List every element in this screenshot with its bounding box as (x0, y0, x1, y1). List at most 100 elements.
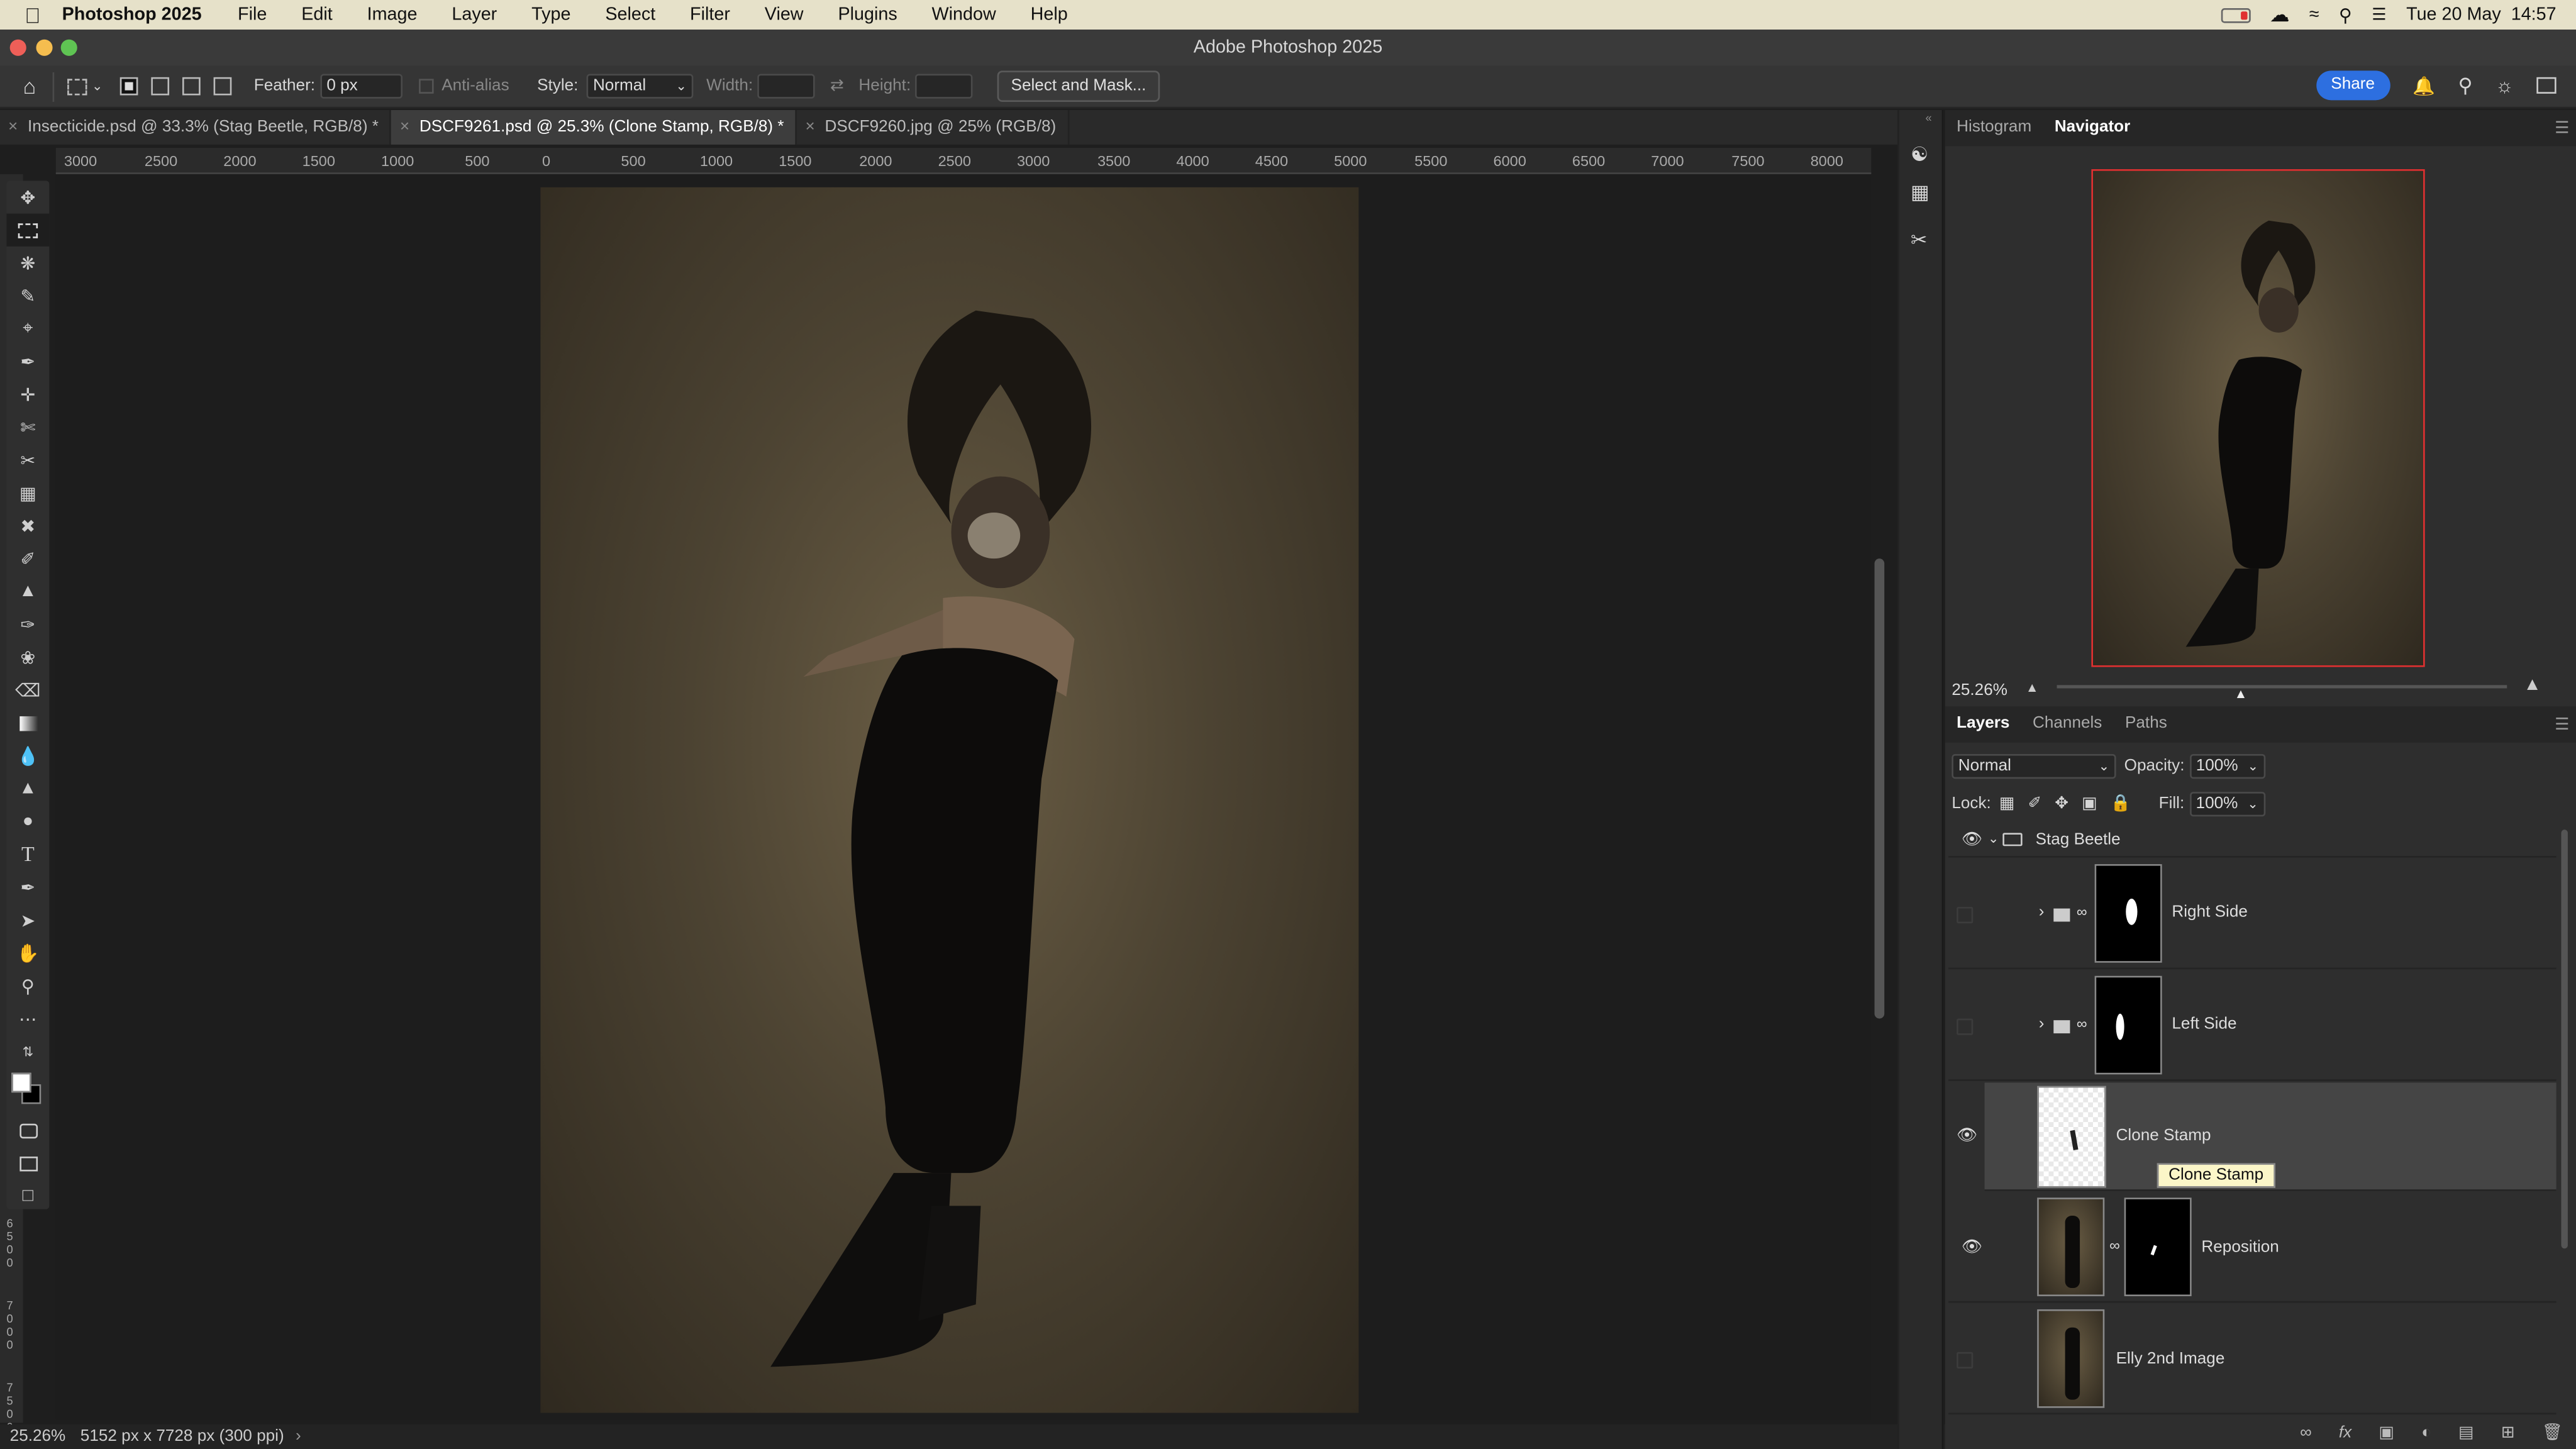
chevron-right-icon[interactable]: › (2039, 904, 2045, 922)
quick-selection-tool-icon[interactable]: ✎ (6, 279, 49, 312)
home-icon[interactable]: ⌂ (23, 74, 36, 99)
close-tab-icon[interactable]: × (806, 110, 815, 145)
select-and-mask-button[interactable]: Select and Mask... (997, 70, 1160, 102)
menu-select[interactable]: Select (605, 5, 655, 25)
content-aware-move-tool-icon[interactable]: ▦ (6, 477, 49, 509)
healing-brush-tool-icon[interactable]: ✄ (6, 411, 49, 443)
antialias-checkbox[interactable] (418, 79, 434, 94)
red-eye-tool-icon[interactable]: ✖ (6, 509, 49, 542)
color-swatches[interactable] (6, 1068, 49, 1114)
visibility-toggle[interactable] (1957, 1018, 1974, 1035)
close-tab-icon[interactable]: × (400, 110, 409, 145)
brush-tool-icon[interactable]: ✐ (6, 542, 49, 575)
navigator-zoom[interactable]: 25.26% (1951, 682, 2007, 700)
add-selection-icon[interactable] (150, 77, 169, 96)
swap-colors-icon[interactable]: ⇅ (6, 1035, 49, 1068)
zoom-level[interactable]: 25.26% (10, 1428, 66, 1446)
zoom-slider-thumb[interactable]: ▲ (2235, 687, 2248, 702)
menu-plugins[interactable]: Plugins (838, 5, 897, 25)
fill-input[interactable]: 100% ⌄ (2189, 792, 2265, 817)
screen-mode-icon[interactable] (6, 1146, 49, 1179)
apple-icon[interactable]:  (25, 3, 40, 27)
vertical-scrollbar[interactable] (1874, 558, 1885, 1019)
eyedropper-tool-icon[interactable]: ✒ (6, 345, 49, 378)
layer-clone-stamp[interactable]: Clone Stamp Clone Stamp (1984, 1082, 2557, 1191)
path-selection-tool-icon[interactable]: ➤ (6, 904, 49, 936)
lock-artboard-icon[interactable]: ▣ (2082, 795, 2097, 813)
document-image[interactable] (540, 187, 1359, 1413)
dodge-tool-icon[interactable]: ▲ (6, 772, 49, 805)
layer-thumbnail[interactable] (2037, 1197, 2105, 1297)
spotlight-search-icon[interactable]: ⚲ (2339, 4, 2352, 25)
control-center-icon[interactable]: ☰ (2372, 6, 2386, 24)
gradient-tool-icon[interactable] (6, 706, 49, 739)
collapse-panels-icon[interactable]: « (1926, 113, 1932, 125)
tab-insecticide[interactable]: × Insecticide.psd @ 33.3% (Stag Beetle, R… (0, 110, 392, 145)
close-window-button[interactable] (9, 39, 26, 56)
menu-clock[interactable]: Tue 20 May 14:57 (2406, 5, 2557, 25)
chevron-down-icon[interactable]: ⌄ (92, 79, 103, 94)
eraser-tool-icon[interactable]: ⌫ (6, 674, 49, 706)
search-icon[interactable]: ⚲ (2458, 74, 2472, 97)
learn-panel-icon[interactable]: ☯ (1911, 143, 1928, 166)
lock-all-icon[interactable]: 🔒 (2111, 795, 2131, 813)
link-layers-icon[interactable]: ∞ (2300, 1424, 2312, 1442)
workspace-icon[interactable] (2536, 77, 2557, 94)
wifi-icon[interactable]: ≈ (2309, 5, 2319, 25)
close-tab-icon[interactable]: × (8, 110, 18, 145)
marquee-preset-icon[interactable] (67, 78, 87, 95)
zoom-in-icon[interactable]: ▲ (2523, 675, 2541, 695)
minimize-window-button[interactable] (36, 39, 53, 56)
chevron-down-icon[interactable]: ⌄ (1988, 831, 1999, 847)
link-icon[interactable]: ∞ (2077, 1015, 2087, 1031)
battery-icon[interactable] (2220, 7, 2250, 23)
add-mask-icon[interactable]: ▣ (2379, 1424, 2394, 1442)
blend-mode-select[interactable]: Normal ⌄ (1951, 754, 2116, 779)
discover-icon[interactable]: ☼ (2496, 74, 2514, 97)
tab-channels[interactable]: Channels (2021, 706, 2114, 742)
layer-thumbnail[interactable] (2037, 1085, 2106, 1188)
swap-dimensions-icon[interactable]: ⇄ (830, 77, 844, 96)
panel-menu-icon[interactable]: ☰ (2555, 119, 2569, 137)
tab-navigator[interactable]: Navigator (2043, 110, 2142, 146)
quick-mask-icon[interactable] (6, 1114, 49, 1146)
tab-dscf9260[interactable]: × DSCF9260.jpg @ 25% (RGB/8) (797, 110, 1070, 145)
layer-group-right-side[interactable]: › ∞ Right Side (1948, 861, 2557, 970)
intersect-selection-icon[interactable] (213, 77, 231, 96)
adjustment-layer-icon[interactable]: ◐ (2421, 1424, 2431, 1442)
hand-tool-icon[interactable]: ✋ (6, 936, 49, 969)
menu-view[interactable]: View (765, 5, 804, 25)
burn-tool-icon[interactable]: ● (6, 805, 49, 838)
new-group-icon[interactable]: ▤ (2458, 1424, 2474, 1442)
crop-tool-icon[interactable]: ⌖ (6, 312, 49, 345)
link-icon[interactable]: ∞ (2109, 1237, 2120, 1253)
clone-stamp-tool-icon[interactable]: ▲ (6, 575, 49, 608)
blur-tool-icon[interactable]: 💧 (6, 740, 49, 772)
patch-tool-icon[interactable]: ✂ (6, 443, 49, 476)
visibility-eye-icon[interactable]: 👁 (1962, 831, 1982, 850)
height-input[interactable] (916, 74, 974, 99)
delete-layer-icon[interactable]: 🗑 (2542, 1424, 2563, 1442)
menu-file[interactable]: File (238, 5, 267, 25)
chevron-right-icon[interactable]: › (2039, 1015, 2045, 1033)
link-icon[interactable]: ∞ (2077, 904, 2087, 920)
menu-window[interactable]: Window (932, 5, 996, 25)
menu-layer[interactable]: Layer (452, 5, 497, 25)
visibility-eye-icon[interactable]: 👁 (1957, 1127, 1977, 1145)
navigator-preview[interactable] (2091, 169, 2425, 667)
menu-app-name[interactable]: Photoshop 2025 (62, 5, 202, 25)
zoom-out-icon[interactable]: ▲ (2026, 680, 2039, 695)
layer-mask-thumbnail[interactable] (2094, 864, 2162, 963)
zoom-window-button[interactable] (60, 39, 77, 56)
layer-mask-thumbnail[interactable] (2124, 1197, 2192, 1297)
tab-dscf9261[interactable]: × DSCF9261.psd @ 25.3% (Clone Stamp, RGB/… (391, 110, 797, 145)
new-selection-icon[interactable] (119, 77, 138, 96)
history-brush-tool-icon[interactable]: ✑ (6, 608, 49, 641)
lock-transparent-icon[interactable]: ▦ (1999, 795, 2015, 813)
bell-icon[interactable]: 🔔 (2412, 75, 2435, 96)
layer-thumbnail[interactable] (2037, 1309, 2105, 1408)
tab-layers[interactable]: Layers (1945, 706, 2021, 742)
tab-paths[interactable]: Paths (2114, 706, 2179, 742)
new-layer-icon[interactable]: ⊞ (2501, 1424, 2515, 1442)
feather-input[interactable]: 0 px (319, 74, 402, 99)
